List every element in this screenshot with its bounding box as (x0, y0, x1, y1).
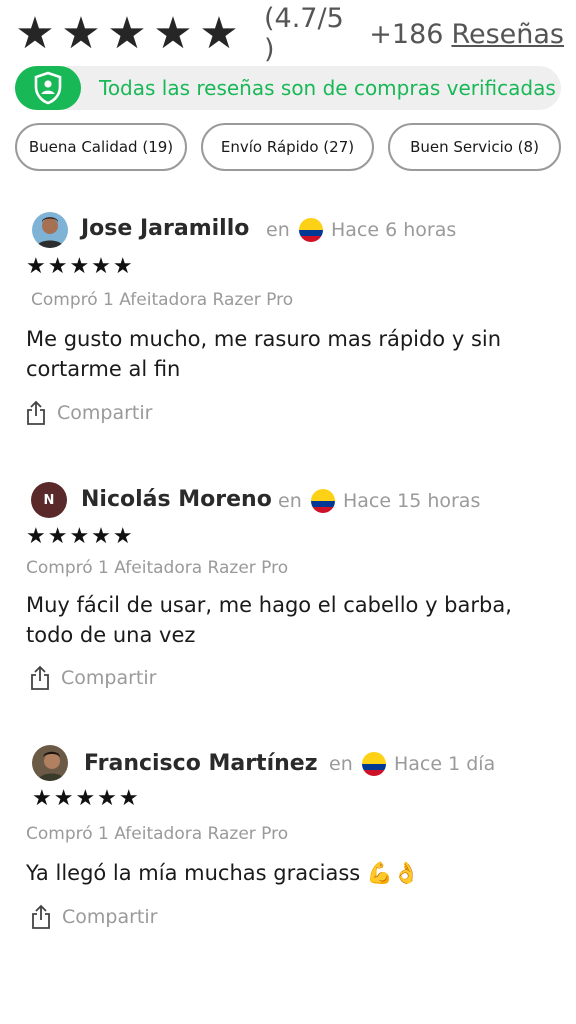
colombia-flag-icon (299, 218, 323, 242)
star-icon: ★ (153, 9, 193, 58)
reviewer-name: Francisco Martínez (84, 751, 318, 776)
avatar: N (31, 482, 67, 518)
colombia-flag-icon (362, 752, 386, 776)
purchase-info: Compró 1 Afeitadora Razer Pro (26, 558, 289, 578)
purchase-info: Compró 1 Afeitadora Razer Pro (26, 824, 289, 844)
rating-summary: ★ ★ ★ ★ ★ (4.7/5 ) +186 Reseñas (14, 3, 564, 65)
review-text: Muy fácil de usar, me hago el cabello y … (26, 593, 512, 647)
review-time: Hace 1 día (394, 753, 496, 775)
share-label: Compartir (62, 906, 158, 928)
star-icon: ★ (15, 9, 55, 58)
reviews-link[interactable]: Reseñas (451, 19, 564, 50)
avatar (32, 212, 68, 248)
share-icon (27, 400, 45, 425)
share-icon (31, 665, 49, 690)
verified-text: Todas las reseñas son de compras verific… (99, 76, 556, 100)
share-button[interactable]: Compartir (30, 904, 157, 930)
review-text: Me gusto mucho, me rasuro mas rápido y s… (26, 327, 502, 381)
review-card: N Nicolás Moreno en Hace 15 horas ★★★★★ … (0, 466, 576, 716)
review-time: Hace 15 horas (343, 490, 481, 512)
reviewer-name: Jose Jaramillo (81, 216, 250, 241)
star-icon: ★ (107, 9, 147, 58)
rating-stars: ★ ★ ★ ★ ★ (14, 12, 240, 56)
review-count: +186 (369, 18, 444, 50)
rating-score: (4.7/5 ) (264, 3, 344, 65)
review-stars: ★★★★★ (26, 523, 135, 548)
location-prefix: en (329, 753, 353, 775)
filter-chip-envio-rapido[interactable]: Envío Rápido (27) (201, 123, 374, 171)
avatar (32, 745, 68, 781)
star-icon: ★ (61, 9, 101, 58)
verified-banner: Todas las reseñas son de compras verific… (15, 66, 561, 110)
share-label: Compartir (61, 667, 157, 689)
reviewer-name: Nicolás Moreno (81, 487, 272, 512)
filter-chip-buen-servicio[interactable]: Buen Servicio (8) (388, 123, 561, 171)
star-icon: ★ (199, 9, 239, 58)
share-icon (32, 904, 50, 929)
filter-chip-buena-calidad[interactable]: Buena Calidad (19) (15, 123, 187, 171)
colombia-flag-icon (311, 489, 335, 513)
share-button[interactable]: Compartir (29, 665, 156, 691)
review-text: Ya llegó la mía muchas graciass 💪👌 (26, 861, 420, 885)
avatar-initial: N (43, 492, 55, 508)
review-stars: ★★★★★ (26, 253, 135, 278)
location-prefix: en (266, 219, 290, 241)
review-time: Hace 6 horas (331, 219, 457, 241)
purchase-info: Compró 1 Afeitadora Razer Pro (31, 290, 294, 310)
review-card: Francisco Martínez en Hace 1 día ★★★★★ C… (0, 728, 576, 958)
shield-user-icon (15, 66, 81, 110)
share-label: Compartir (57, 402, 153, 424)
review-card: Jose Jaramillo en Hace 6 horas ★★★★★ Com… (0, 196, 576, 446)
location-prefix: en (278, 490, 302, 512)
share-button[interactable]: Compartir (25, 400, 152, 426)
review-stars: ★★★★★ (32, 785, 141, 810)
